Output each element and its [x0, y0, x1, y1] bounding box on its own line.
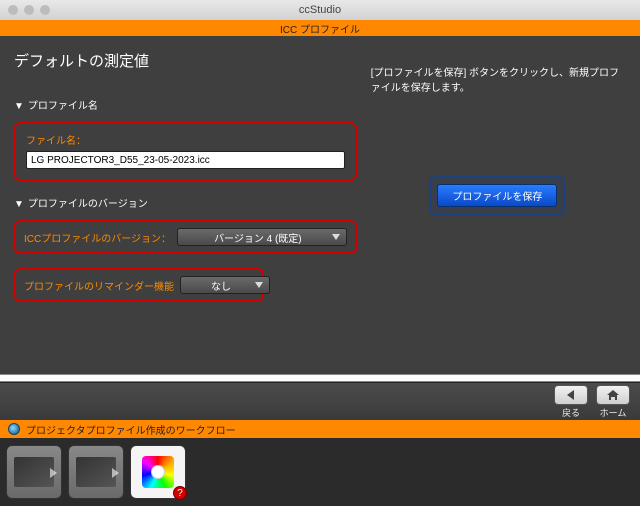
back-button[interactable]: 戻る — [554, 385, 588, 419]
reminder-label: プロファイルのリマインダー機能 — [24, 278, 174, 293]
save-profile-button[interactable]: プロファイルを保存 — [437, 184, 557, 207]
save-button-wrap: プロファイルを保存 — [371, 176, 624, 215]
filename-input[interactable] — [26, 151, 345, 169]
close-window[interactable] — [8, 5, 18, 15]
minimize-window[interactable] — [24, 5, 34, 15]
reminder-group: プロファイルのリマインダー機能 なし — [14, 268, 264, 302]
window-title: ccStudio — [299, 4, 341, 16]
icc-version-dropdown[interactable]: バージョン 4 (既定) — [177, 228, 347, 246]
color-profile-icon — [142, 456, 174, 488]
right-column: [プロファイルを保存] ボタンをクリックし、新規プロファイルを保存します。 プロ… — [367, 36, 640, 374]
disclosure-triangle-icon: ▼ — [14, 199, 24, 210]
bottom-nav: 戻る ホーム — [0, 382, 640, 420]
left-column: デフォルトの測定値 ▼プロファイル名 ファイル名： ▼プロファイルのバージョン … — [0, 36, 367, 374]
reminder-value: なし — [211, 278, 231, 293]
chevron-down-icon — [332, 233, 340, 241]
icc-version-value: バージョン 4 (既定) — [214, 230, 302, 245]
zoom-window[interactable] — [40, 5, 50, 15]
save-instructions: [プロファイルを保存] ボタンをクリックし、新規プロファイルを保存します。 — [371, 66, 624, 96]
content-divider — [0, 374, 640, 382]
filename-label: ファイル名： — [26, 132, 345, 147]
icc-version-group: ICCプロファイルのバージョン： バージョン 4 (既定) — [14, 220, 357, 254]
subheader-bar: ICC プロファイル — [0, 20, 640, 36]
projector-icon — [8, 423, 20, 435]
reminder-dropdown[interactable]: なし — [180, 276, 270, 294]
icc-version-label: ICCプロファイルのバージョン： — [24, 230, 171, 245]
back-arrow-icon — [554, 385, 588, 405]
play-icon — [50, 468, 57, 478]
workflow-bar[interactable]: プロジェクタプロファイル作成のワークフロー — [0, 420, 640, 438]
section-profile-name-header[interactable]: ▼プロファイル名 — [14, 97, 357, 112]
home-button[interactable]: ホーム — [596, 385, 630, 419]
help-badge-icon[interactable]: ? — [173, 486, 187, 500]
workflow-thumbnails: ? — [0, 438, 640, 506]
home-icon — [596, 385, 630, 405]
disclosure-triangle-icon: ▼ — [14, 101, 24, 112]
save-button-highlight: プロファイルを保存 — [429, 176, 565, 215]
workflow-step-1[interactable] — [6, 445, 62, 499]
section-profile-version-header[interactable]: ▼プロファイルのバージョン — [14, 195, 357, 210]
home-label: ホーム — [600, 406, 627, 419]
workflow-step-3-active[interactable]: ? — [130, 445, 186, 499]
workflow-step-2[interactable] — [68, 445, 124, 499]
subheader-title: ICC プロファイル — [280, 21, 360, 36]
chevron-down-icon — [255, 281, 263, 289]
window-controls[interactable] — [8, 5, 50, 15]
main-content: デフォルトの測定値 ▼プロファイル名 ファイル名： ▼プロファイルのバージョン … — [0, 36, 640, 374]
page-title: デフォルトの測定値 — [14, 50, 357, 71]
window-titlebar: ccStudio — [0, 0, 640, 20]
back-label: 戻る — [562, 406, 580, 419]
play-icon — [112, 468, 119, 478]
workflow-title: プロジェクタプロファイル作成のワークフロー — [26, 422, 236, 437]
profile-name-group: ファイル名： — [14, 122, 357, 181]
